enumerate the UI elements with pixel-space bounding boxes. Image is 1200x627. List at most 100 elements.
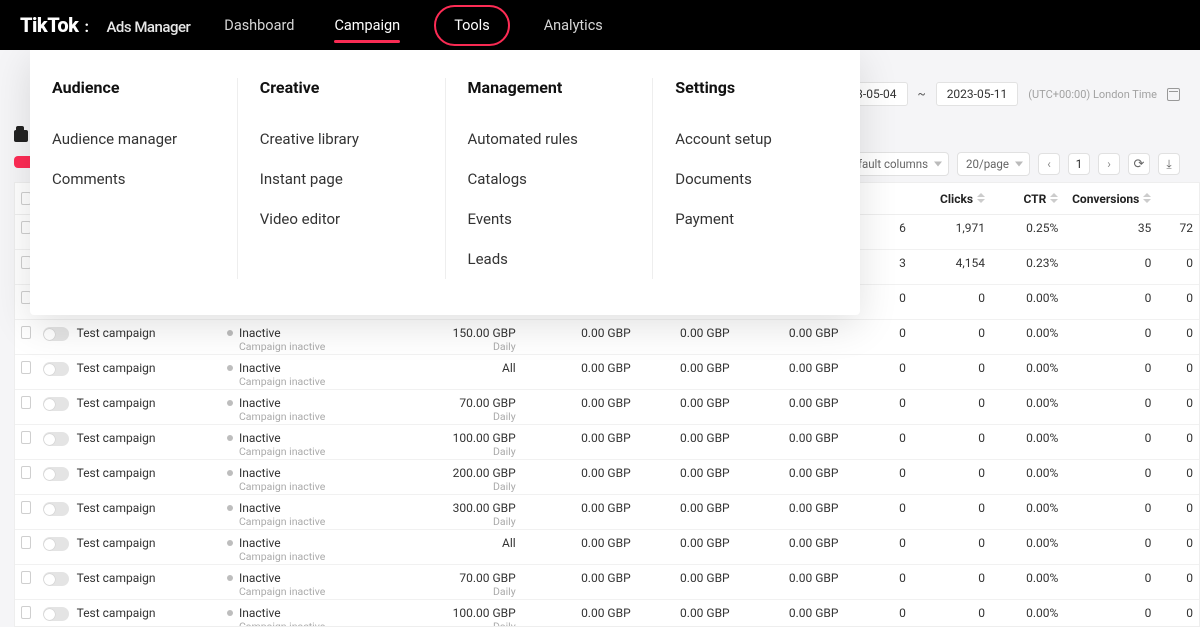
mega-item-documents[interactable]: Documents	[675, 159, 838, 199]
table-row[interactable]: Test campaignInactiveCampaign inactive10…	[15, 600, 1199, 627]
cell-ctr: 0.23%	[991, 256, 1064, 270]
row-checkbox[interactable]	[21, 361, 31, 374]
cell-conversions: 0	[1064, 466, 1157, 480]
status-dot-icon	[227, 505, 233, 511]
cell-impressions-cut: 0	[844, 606, 911, 620]
row-checkbox[interactable]	[21, 501, 31, 514]
col-conversions[interactable]: Conversions	[1072, 192, 1139, 206]
row-toggle[interactable]	[43, 502, 69, 516]
cell-name: Test campaign	[71, 501, 221, 515]
table-row[interactable]: Test campaignInactiveCampaign inactive70…	[15, 565, 1199, 600]
cell-cutoff: 0	[1157, 326, 1199, 340]
brand-logo-text: TikTok	[20, 13, 78, 37]
col-ctr[interactable]: CTR	[1023, 192, 1046, 206]
calendar-icon[interactable]	[1167, 88, 1180, 101]
date-range-separator: ~	[918, 87, 926, 101]
folder-icon[interactable]	[14, 130, 28, 142]
row-toggle[interactable]	[43, 607, 69, 621]
table-row[interactable]: Test campaignInactiveCampaign inactiveAl…	[15, 530, 1199, 565]
cell-cost1: 0.00 GBP	[538, 571, 637, 585]
cell-ctr: 0.00%	[991, 536, 1064, 550]
cell-cost2: 0.00 GBP	[637, 466, 736, 480]
nav-tools[interactable]: Tools	[434, 5, 510, 46]
row-checkbox[interactable]	[21, 466, 31, 479]
cell-cutoff: 0	[1157, 431, 1199, 445]
cell-status: Inactive	[239, 571, 281, 585]
cell-name: Test campaign	[71, 396, 221, 410]
cell-budget: 300.00 GBP	[453, 501, 516, 515]
cell-conversions: 0	[1064, 396, 1157, 410]
nav-dashboard[interactable]: Dashboard	[218, 4, 300, 47]
mega-item-instant-page[interactable]: Instant page	[260, 159, 423, 199]
mega-item-account-setup[interactable]: Account setup	[675, 119, 838, 159]
cell-status: Inactive	[239, 361, 281, 375]
row-checkbox[interactable]	[21, 396, 31, 409]
table-row[interactable]: Test campaignInactiveCampaign inactive10…	[15, 425, 1199, 460]
sort-icon[interactable]	[977, 193, 985, 203]
download-icon[interactable]	[1158, 153, 1180, 175]
page-prev-button[interactable]: ‹	[1038, 153, 1060, 175]
table-row[interactable]: Test campaignInactiveCampaign inactive20…	[15, 460, 1199, 495]
cell-cost1: 0.00 GBP	[538, 501, 637, 515]
refresh-icon[interactable]	[1128, 153, 1150, 175]
date-to-input[interactable]: 2023-05-11	[936, 82, 1019, 106]
mega-item-automated-rules[interactable]: Automated rules	[468, 119, 631, 159]
row-checkbox[interactable]	[21, 571, 31, 584]
mega-item-audience-manager[interactable]: Audience manager	[52, 119, 215, 159]
col-clicks[interactable]: Clicks	[940, 192, 973, 206]
row-toggle[interactable]	[43, 537, 69, 551]
cell-conversions: 0	[1064, 291, 1157, 305]
cell-impressions-cut: 0	[844, 571, 911, 585]
cell-budget: 100.00 GBP	[453, 606, 516, 620]
mega-item-video-editor[interactable]: Video editor	[260, 199, 423, 239]
cell-clicks: 1,971	[912, 221, 991, 235]
cell-status: Inactive	[239, 606, 281, 620]
cell-substatus: Campaign inactive	[227, 375, 413, 389]
status-dot-icon	[227, 610, 233, 616]
cell-ctr: 0.00%	[991, 501, 1064, 515]
row-toggle[interactable]	[43, 572, 69, 586]
cell-clicks: 0	[912, 431, 991, 445]
cell-impressions-cut: 0	[844, 396, 911, 410]
page-next-button[interactable]: ›	[1098, 153, 1120, 175]
row-checkbox[interactable]	[21, 431, 31, 444]
mega-item-comments[interactable]: Comments	[52, 159, 215, 199]
row-checkbox[interactable]	[21, 536, 31, 549]
table-row[interactable]: Test campaignInactiveCampaign inactive15…	[15, 320, 1199, 355]
cell-substatus: Campaign inactive	[227, 410, 413, 424]
row-toggle[interactable]	[43, 467, 69, 481]
cell-clicks: 0	[912, 501, 991, 515]
cell-budget-period: Daily	[493, 340, 516, 354]
cell-impressions-cut: 0	[844, 536, 911, 550]
row-toggle[interactable]	[43, 327, 69, 341]
table-row[interactable]: Test campaignInactiveCampaign inactiveAl…	[15, 355, 1199, 390]
perpage-select[interactable]: 20/page	[957, 152, 1030, 176]
cell-cost3: 0.00 GBP	[736, 396, 845, 410]
mega-item-leads[interactable]: Leads	[468, 239, 631, 279]
nav-campaign[interactable]: Campaign	[328, 4, 406, 47]
row-checkbox[interactable]	[21, 606, 31, 619]
cell-clicks: 0	[912, 326, 991, 340]
mega-item-payment[interactable]: Payment	[675, 199, 838, 239]
cell-cost2: 0.00 GBP	[637, 606, 736, 620]
cell-clicks: 0	[912, 466, 991, 480]
row-toggle[interactable]	[43, 362, 69, 376]
row-toggle[interactable]	[43, 432, 69, 446]
cell-clicks: 0	[912, 571, 991, 585]
cell-ctr: 0.00%	[991, 571, 1064, 585]
sort-icon[interactable]	[1143, 193, 1151, 203]
table-row[interactable]: Test campaignInactiveCampaign inactive30…	[15, 495, 1199, 530]
mega-item-creative-library[interactable]: Creative library	[260, 119, 423, 159]
status-dot-icon	[227, 435, 233, 441]
cell-substatus: Campaign inactive	[227, 480, 413, 494]
row-checkbox[interactable]	[21, 326, 31, 339]
mega-item-events[interactable]: Events	[468, 199, 631, 239]
page-number[interactable]: 1	[1068, 153, 1090, 175]
mega-item-catalogs[interactable]: Catalogs	[468, 159, 631, 199]
row-toggle[interactable]	[43, 397, 69, 411]
cell-cost3: 0.00 GBP	[736, 361, 845, 375]
cell-cost3: 0.00 GBP	[736, 536, 845, 550]
sort-icon[interactable]	[1050, 193, 1058, 203]
table-row[interactable]: Test campaignInactiveCampaign inactive70…	[15, 390, 1199, 425]
nav-analytics[interactable]: Analytics	[538, 4, 609, 47]
